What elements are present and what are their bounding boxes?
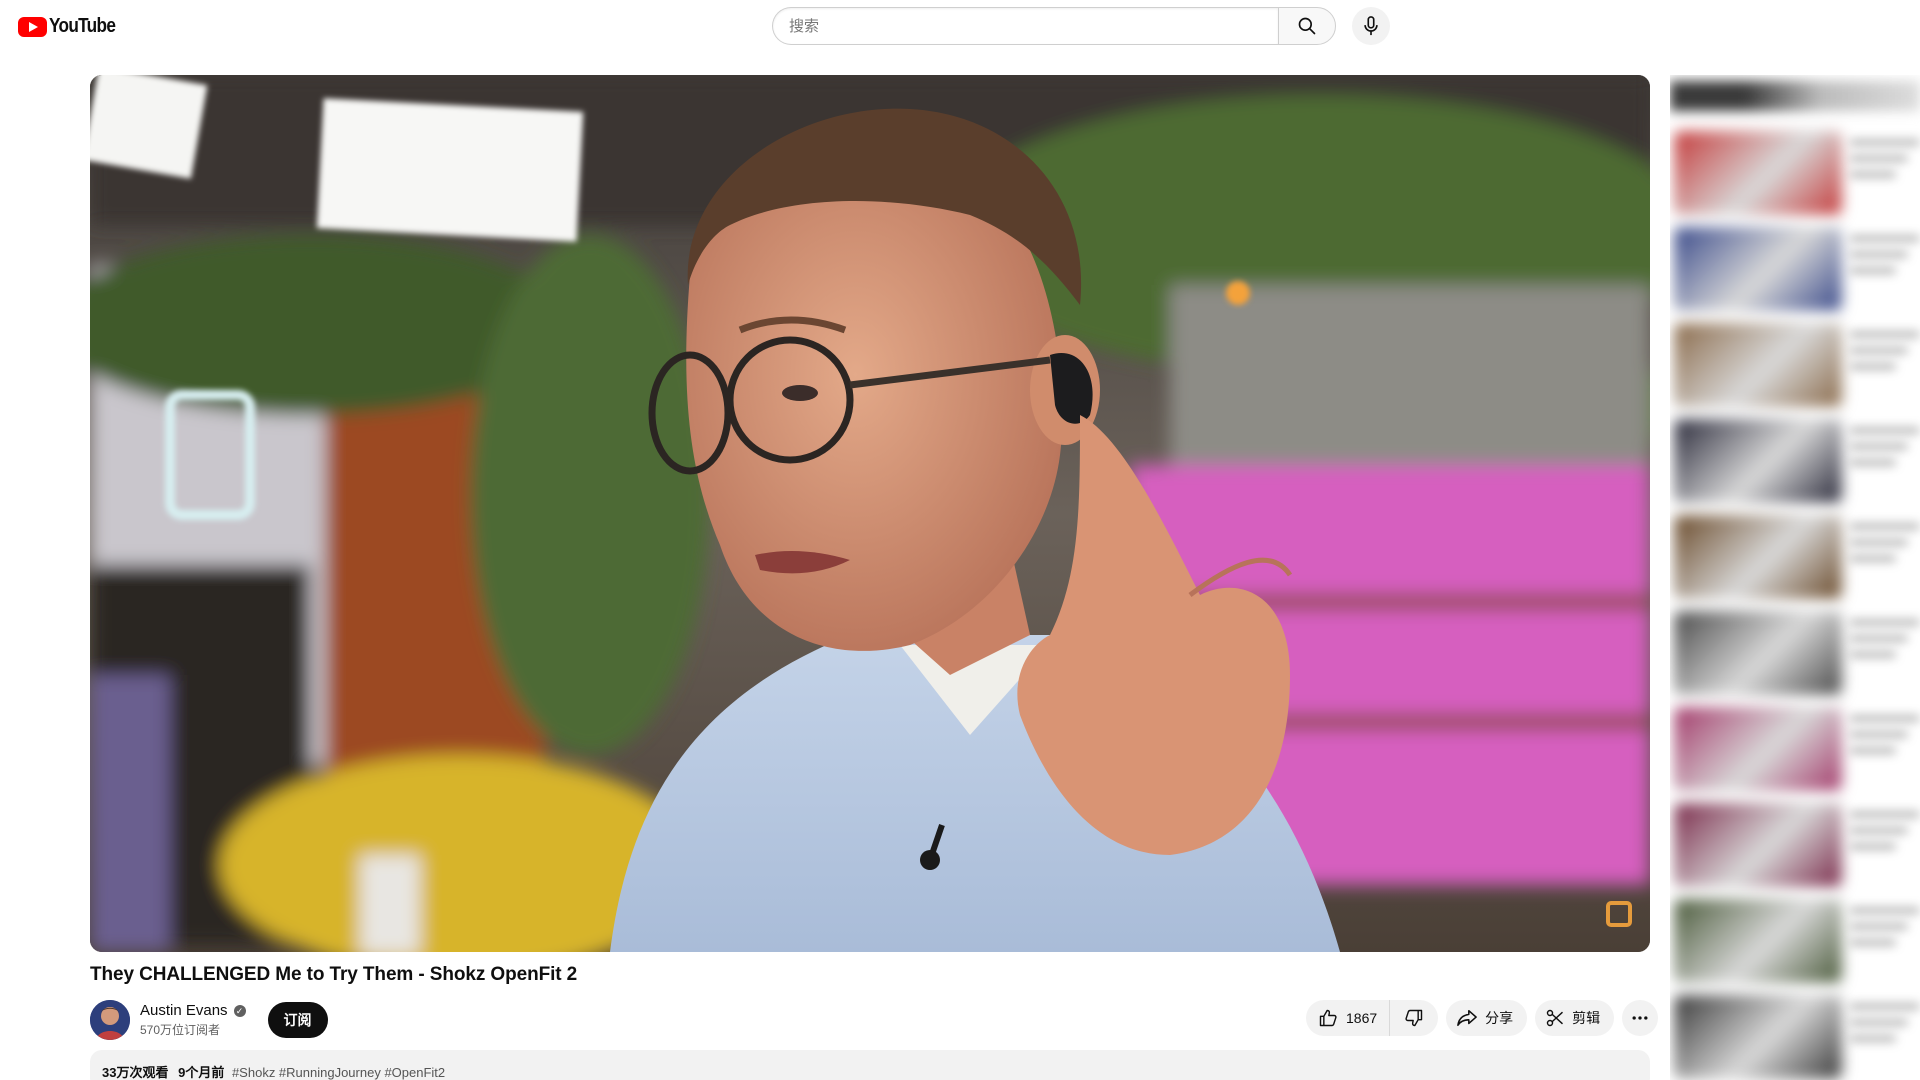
recommendation-text-line (1850, 235, 1920, 242)
recommendation-text-line (1850, 715, 1920, 722)
recommendation-text-line (1850, 139, 1920, 146)
channel-info: Austin Evans ✓ 570万位订阅者 (140, 1002, 246, 1038)
share-button[interactable]: 分享 (1446, 1000, 1528, 1036)
recommendation-thumbnail (1674, 995, 1842, 1079)
recommendation-text-line (1850, 523, 1920, 530)
recommendations-panel (1670, 75, 1920, 1080)
clip-button[interactable]: 剪辑 (1535, 1000, 1615, 1036)
recommendation-text-line (1850, 155, 1908, 162)
like-count: 1867 (1346, 1010, 1378, 1026)
recommendation-text-line (1850, 171, 1896, 178)
search-input[interactable] (772, 7, 1278, 45)
recommendation-thumbnail (1674, 803, 1842, 887)
recommendation-text-line (1850, 251, 1908, 258)
more-actions-button[interactable] (1622, 1000, 1659, 1036)
top-bar: YouTube (0, 0, 1920, 52)
scissors-icon (1546, 1009, 1564, 1027)
owner-row: Austin Evans ✓ 570万位订阅者 订阅 (90, 1000, 328, 1040)
like-dislike-group: 1867 (1306, 1000, 1439, 1036)
recommendation-item[interactable] (1670, 125, 1920, 215)
upload-date: 9个月前 (178, 1065, 225, 1080)
recommendation-text-line (1850, 1019, 1908, 1026)
recommendation-text-line (1850, 331, 1920, 338)
recommendation-thumbnail (1674, 611, 1842, 695)
verified-icon: ✓ (233, 1004, 246, 1017)
recommendation-text-line (1850, 1035, 1896, 1042)
recommendation-text-line (1850, 267, 1896, 274)
video-player[interactable] (90, 75, 1650, 952)
like-button[interactable]: 1867 (1306, 1000, 1391, 1036)
subscriber-count: 570万位订阅者 (140, 1023, 221, 1037)
youtube-logo[interactable]: YouTube (18, 15, 126, 38)
recommendation-item[interactable] (1670, 509, 1920, 599)
video-actions: 1867 分享 剪辑 (1306, 1000, 1659, 1036)
channel-name[interactable]: Austin Evans (140, 1002, 228, 1019)
recommendation-item[interactable] (1670, 989, 1920, 1079)
recommendation-text-line (1850, 635, 1908, 642)
mic-icon (1364, 16, 1378, 36)
view-count: 33万次观看 (102, 1065, 169, 1080)
recommendation-text-line (1850, 459, 1896, 466)
share-icon (1457, 1009, 1478, 1027)
share-label: 分享 (1485, 1010, 1514, 1026)
description-box[interactable]: 33万次观看 9个月前 #Shokz #RunningJourney #Open… (90, 1050, 1650, 1080)
video-frame (90, 75, 1650, 952)
recommendation-item[interactable] (1670, 605, 1920, 695)
recommendation-item[interactable] (1670, 701, 1920, 791)
recommendation-thumbnail (1674, 227, 1842, 311)
search-icon (1298, 17, 1316, 35)
recommendation-item[interactable] (1670, 413, 1920, 503)
recommendation-text-line (1850, 811, 1920, 818)
recommendation-text-line (1850, 427, 1920, 434)
recommendation-item[interactable] (1670, 797, 1920, 887)
recommendation-item[interactable] (1670, 221, 1920, 311)
recommendation-text-line (1850, 651, 1896, 658)
recommendation-text-line (1850, 539, 1908, 546)
recommendation-text-line (1850, 843, 1896, 850)
thumbs-down-icon (1405, 1009, 1423, 1027)
voice-search-button[interactable] (1352, 7, 1390, 45)
recommendation-thumbnail (1674, 323, 1842, 407)
more-icon (1632, 1016, 1648, 1020)
recommendation-thumbnail (1674, 899, 1842, 983)
recommendation-text-line (1850, 363, 1896, 370)
recommendation-text-line (1850, 1003, 1920, 1010)
recommendation-text-line (1850, 555, 1896, 562)
recommendation-thumbnail (1674, 515, 1842, 599)
video-title: They CHALLENGED Me to Try Them - Shokz O… (90, 964, 578, 985)
recommendation-thumbnail (1674, 131, 1842, 215)
thumbs-up-icon (1319, 1009, 1337, 1027)
hashtags[interactable]: #Shokz #RunningJourney #OpenFit2 (232, 1065, 445, 1080)
clip-label: 剪辑 (1572, 1010, 1601, 1026)
recommendation-item[interactable] (1670, 317, 1920, 407)
recommendation-thumbnail (1674, 419, 1842, 503)
recommendation-item[interactable] (1670, 893, 1920, 983)
youtube-play-icon (18, 16, 47, 37)
search-bar (772, 7, 1336, 45)
avatar-image (90, 1000, 130, 1040)
recommendation-text-line (1850, 347, 1908, 354)
recommendation-text-line (1850, 907, 1920, 914)
recommendation-text-line (1850, 939, 1896, 946)
recommendation-text-line (1850, 443, 1908, 450)
recommendation-thumbnail (1674, 707, 1842, 791)
recommendation-chips[interactable] (1670, 81, 1920, 111)
dislike-button[interactable] (1390, 1000, 1438, 1036)
recommendation-text-line (1850, 619, 1920, 626)
recommendation-text-line (1850, 923, 1908, 930)
recommendation-text-line (1850, 747, 1896, 754)
channel-avatar[interactable] (90, 1000, 130, 1040)
logo-text: YouTube (49, 15, 116, 37)
channel-name-row: Austin Evans ✓ (140, 1002, 246, 1019)
recommendation-text-line (1850, 827, 1908, 834)
search-button[interactable] (1278, 7, 1336, 45)
recommendation-text-line (1850, 731, 1908, 738)
subscribe-button[interactable]: 订阅 (267, 1002, 328, 1038)
